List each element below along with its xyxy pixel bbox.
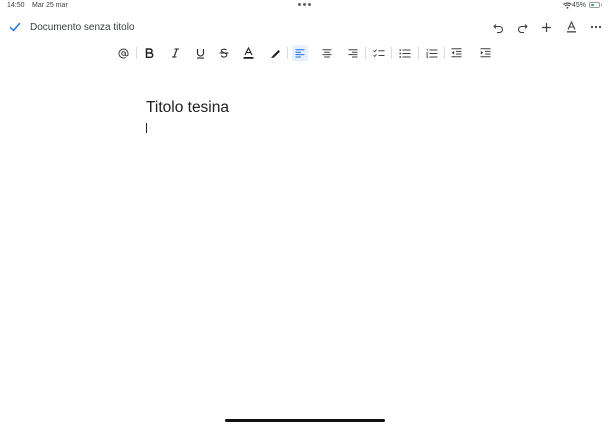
highlighter-icon — [270, 49, 280, 58]
formatting-toolbar — [0, 43, 610, 63]
numbered-list-icon — [426, 48, 438, 58]
battery-icon — [589, 2, 602, 8]
text-color-button[interactable] — [240, 45, 256, 61]
decrease-indent-icon — [451, 48, 461, 58]
underline-icon — [196, 48, 204, 59]
mention-button[interactable] — [115, 45, 131, 61]
redo-icon — [517, 23, 528, 33]
plus-icon — [541, 22, 551, 32]
bold-icon — [145, 48, 153, 58]
toolbar-divider — [418, 47, 419, 59]
battery-percent: 45% — [572, 2, 587, 9]
undo-button[interactable] — [490, 19, 506, 35]
italic-icon — [171, 48, 179, 58]
undo-icon — [492, 23, 503, 33]
checklist-icon — [373, 48, 385, 57]
checklist-button[interactable] — [371, 45, 387, 61]
insert-button[interactable] — [538, 19, 554, 35]
more-horizontal-icon — [590, 25, 602, 29]
done-check-icon[interactable] — [9, 21, 21, 33]
underline-button[interactable] — [192, 45, 208, 61]
highlight-color-button[interactable] — [267, 45, 283, 61]
wifi-icon — [563, 2, 572, 9]
bold-button[interactable] — [141, 45, 157, 61]
align-left-icon — [295, 48, 305, 57]
align-right-icon — [348, 48, 358, 57]
status-time: 14:50 — [7, 2, 25, 9]
title-bar: Documento senza titolo — [0, 13, 610, 43]
home-indicator[interactable] — [225, 419, 385, 422]
at-sign-icon — [118, 48, 128, 58]
multitasking-dots-icon[interactable] — [298, 2, 312, 6]
numbered-list-button[interactable] — [424, 45, 440, 61]
align-center-icon — [322, 48, 332, 57]
italic-button[interactable] — [167, 45, 183, 61]
status-bar: 14:50 Mar 25 mar 45% — [0, 0, 610, 13]
strikethrough-icon — [219, 48, 229, 58]
align-center-button[interactable] — [319, 45, 335, 61]
toolbar-divider — [365, 47, 366, 59]
toolbar-divider — [391, 47, 392, 59]
format-text-button[interactable] — [563, 19, 579, 35]
align-right-button[interactable] — [345, 45, 361, 61]
toolbar-divider — [136, 47, 137, 59]
document-title[interactable]: Documento senza titolo — [30, 22, 135, 33]
more-options-button[interactable] — [588, 19, 604, 35]
decrease-indent-button[interactable] — [448, 45, 464, 61]
battery-level — [591, 4, 594, 6]
strikethrough-button[interactable] — [216, 45, 232, 61]
bulleted-list-icon — [399, 48, 411, 58]
align-left-button[interactable] — [292, 45, 308, 61]
document-heading[interactable]: Titolo tesina — [146, 99, 229, 117]
text-color-icon — [243, 47, 253, 59]
bulleted-list-button[interactable] — [397, 45, 413, 61]
redo-button[interactable] — [514, 19, 530, 35]
increase-indent-button[interactable] — [477, 45, 493, 61]
toolbar-divider — [287, 47, 288, 59]
text-cursor — [146, 123, 147, 133]
status-date: Mar 25 mar — [32, 2, 68, 9]
text-format-icon — [566, 21, 576, 33]
increase-indent-icon — [480, 48, 490, 58]
toolbar-divider — [444, 47, 445, 59]
